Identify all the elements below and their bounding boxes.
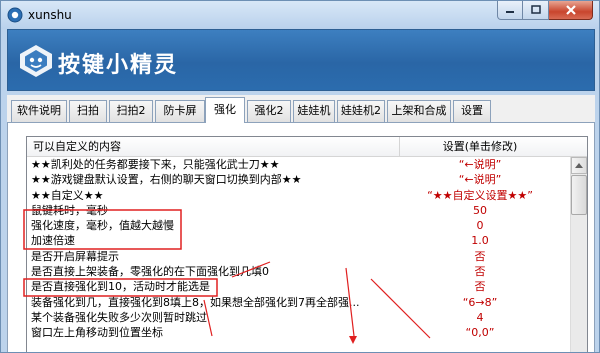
minimize-icon	[506, 11, 514, 13]
window-title: xunshu	[28, 8, 72, 22]
item-value[interactable]: “←说明”	[405, 172, 555, 187]
app-banner: 按键小精灵	[7, 29, 595, 91]
list-item[interactable]: 装备强化到几，直接强化到8填上8，如果想全部强化到7再全部强... “6→8”	[27, 295, 571, 310]
item-value[interactable]: “←说明”	[405, 157, 555, 172]
logo-text: 按键小精灵	[58, 53, 179, 78]
column-divider[interactable]	[399, 137, 400, 157]
list-item[interactable]: ★★自定义★★ “★★自定义设置★★”	[27, 188, 571, 203]
column-header-content[interactable]: 可以自定义的内容	[33, 137, 121, 157]
tab-listing-synthesis[interactable]: 上架和合成	[387, 100, 451, 122]
chevron-up-icon	[575, 163, 583, 168]
item-value[interactable]: “0,0”	[405, 325, 555, 340]
tab-anti-freeze[interactable]: 防卡屏	[155, 100, 205, 122]
list-item[interactable]: 是否开启屏幕提示 否	[27, 249, 571, 264]
tab-enhance-2[interactable]: 强化2	[247, 100, 291, 122]
settings-list: 可以自定义的内容 设置(单击修改) ★★凯利处的任务都要接下来，只能强化武士刀★…	[26, 136, 588, 352]
item-value[interactable]: 4	[405, 310, 555, 325]
item-value[interactable]: “★★自定义设置★★”	[405, 188, 555, 203]
item-value[interactable]: 1.0	[405, 233, 555, 248]
vertical-scrollbar[interactable]	[570, 157, 587, 352]
tab-scan-2[interactable]: 扫拍2	[109, 100, 153, 122]
list-item[interactable]: 加速倍速 1.0	[27, 233, 571, 248]
item-name: 强化速度，毫秒，值越大越慢	[31, 219, 174, 233]
column-header-setting[interactable]: 设置(单击修改)	[405, 137, 555, 157]
item-value[interactable]: 否	[405, 279, 555, 294]
item-value[interactable]: “6→8”	[405, 295, 555, 310]
item-name: 加速倍速	[31, 234, 75, 248]
tab-enhance[interactable]: 强化	[205, 97, 245, 123]
title-bar[interactable]: xunshu	[1, 1, 599, 29]
tab-settings[interactable]: 设置	[453, 100, 491, 122]
list-item[interactable]: ★★凯利处的任务都要接下来，只能强化武士刀★★ “←说明”	[27, 157, 571, 172]
minimize-button[interactable]	[497, 1, 523, 20]
list-header: 可以自定义的内容 设置(单击修改)	[27, 137, 587, 157]
item-name: 是否直接强化到10，活动时才能选是	[31, 280, 210, 294]
list-item[interactable]: 某个装备强化失败多少次则暂时跳过 4	[27, 310, 571, 325]
tab-software-info[interactable]: 软件说明	[11, 100, 67, 122]
item-value[interactable]: 50	[405, 203, 555, 218]
item-value[interactable]: 0	[405, 218, 555, 233]
scroll-up-button[interactable]	[571, 157, 587, 174]
app-icon	[7, 7, 23, 23]
close-button[interactable]	[549, 1, 593, 20]
list-item[interactable]: 是否直接上架装备，零强化的在下面强化到几填0 否	[27, 264, 571, 279]
logo-icon	[20, 45, 52, 77]
item-name: ★★凯利处的任务都要接下来，只能强化武士刀★★	[31, 158, 280, 171]
item-value[interactable]: 否	[405, 264, 555, 279]
list-item[interactable]: 强化速度，毫秒，值越大越慢 0	[27, 218, 571, 233]
tab-claw-machine[interactable]: 娃娃机	[293, 100, 335, 122]
scroll-thumb[interactable]	[571, 175, 587, 215]
list-rows: ★★凯利处的任务都要接下来，只能强化武士刀★★ “←说明” ★★游戏键盘默认设置，…	[27, 157, 571, 341]
list-item[interactable]: 是否直接强化到10，活动时才能选是 否	[27, 279, 571, 294]
maximize-button[interactable]	[523, 1, 549, 20]
item-name: 是否直接上架装备，零强化的在下面强化到几填0	[31, 265, 269, 279]
close-icon	[565, 5, 576, 15]
window-controls	[497, 1, 593, 21]
item-name: 鼠键耗时，毫秒	[31, 203, 108, 217]
item-name: ★★自定义★★	[31, 188, 104, 202]
item-name: ★★游戏键盘默认设置，右侧的聊天窗口切换到内部★★	[31, 173, 302, 187]
list-item[interactable]: 鼠键耗时，毫秒 50	[27, 203, 571, 218]
list-item[interactable]: ★★游戏键盘默认设置，右侧的聊天窗口切换到内部★★ “←说明”	[27, 172, 571, 187]
tab-bar: 软件说明 扫拍 扫拍2 防卡屏 强化 强化2 娃娃机 娃娃机2 上架和合成 设置	[7, 95, 595, 123]
app-window: xunshu 按键小精灵 软件说明 扫拍 扫拍2 防卡屏 强化 强化2 娃娃机 …	[0, 0, 600, 353]
tab-panel-enhance: 可以自定义的内容 设置(单击修改) ★★凯利处的任务都要接下来，只能强化武士刀★…	[7, 123, 595, 352]
item-name: 某个装备强化失败多少次则暂时跳过	[31, 310, 207, 324]
tab-claw-machine-2[interactable]: 娃娃机2	[337, 100, 385, 122]
list-item[interactable]: 窗口左上角移动到位置坐标 “0,0”	[27, 325, 571, 340]
item-name: 是否开启屏幕提示	[31, 249, 119, 263]
tab-scan[interactable]: 扫拍	[69, 100, 107, 122]
maximize-icon	[530, 5, 541, 14]
item-value[interactable]: 否	[405, 249, 555, 264]
item-name: 窗口左上角移动到位置坐标	[31, 326, 163, 340]
item-name: 装备强化到几，直接强化到8填上8，如果想全部强化到7再全部强...	[31, 295, 360, 309]
